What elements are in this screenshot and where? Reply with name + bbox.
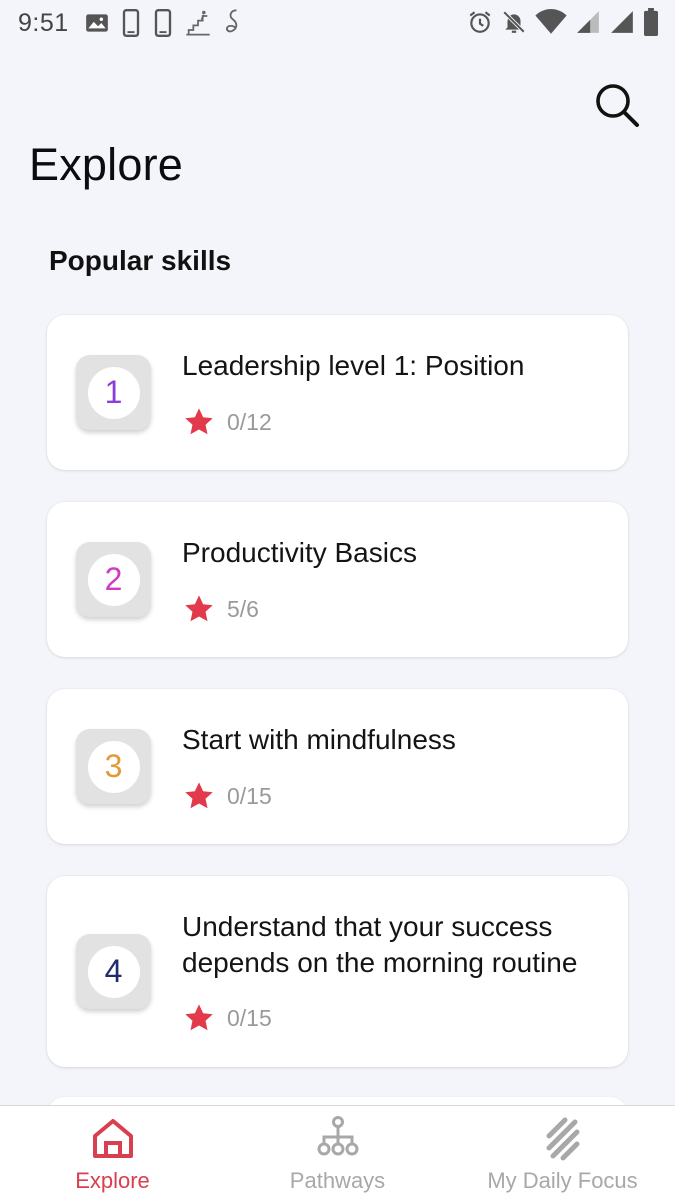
skill-card[interactable]: 4 Understand that your success depends o…	[47, 876, 628, 1067]
skill-number: 1	[87, 366, 140, 419]
skill-progress-text: 0/15	[227, 782, 272, 809]
skill-progress: 0/12	[183, 406, 272, 438]
nav-item-my-daily-focus[interactable]: My Daily Focus	[450, 1106, 675, 1200]
phone-icon	[122, 9, 140, 37]
skill-number-badge: 4	[76, 934, 151, 1009]
signal-icon	[611, 11, 633, 33]
status-time: 9:51	[18, 9, 69, 37]
signature-icon	[226, 9, 238, 33]
star-icon	[185, 408, 213, 435]
status-bar: 9:51	[0, 0, 675, 48]
bottom-navigation: Explore Pathways My Daily Focus	[0, 1105, 675, 1200]
battery-icon	[644, 8, 658, 36]
search-button[interactable]	[590, 78, 644, 132]
daily-focus-icon	[546, 1117, 579, 1161]
wifi-icon	[535, 9, 567, 34]
alarm-icon	[469, 11, 491, 33]
skill-card[interactable]: 3 Start with mindfulness 0/15	[47, 689, 628, 844]
skill-progress-text: 0/12	[227, 408, 272, 435]
star-icon	[185, 595, 213, 622]
skill-progress: 0/15	[183, 1002, 272, 1034]
skill-card[interactable]: 1 Leadership level 1: Position 0/12	[47, 315, 628, 470]
status-left-icons	[84, 8, 244, 38]
nav-label-my-daily-focus: My Daily Focus	[487, 1168, 638, 1193]
skill-number: 4	[87, 945, 140, 998]
star-icon	[185, 1004, 213, 1031]
skill-title: Start with mindfulness	[182, 724, 456, 755]
skill-number: 2	[87, 553, 140, 606]
signal-icon	[577, 11, 599, 33]
skill-progress-text: 0/15	[227, 1004, 272, 1031]
skill-title: Leadership level 1: Position	[182, 350, 525, 381]
skill-progress: 0/15	[183, 780, 272, 812]
image-icon	[86, 14, 108, 32]
page-title: Explore	[29, 139, 183, 190]
skill-number-badge: 1	[76, 355, 151, 430]
explore-screen: 9:51 Explore Popular skills 1 Leadership…	[0, 0, 675, 1200]
skill-title: Understand that your success depends on …	[182, 911, 578, 978]
pathways-icon	[317, 1116, 358, 1156]
skill-title: Productivity Basics	[182, 537, 417, 568]
skill-number-badge: 3	[76, 729, 151, 804]
search-icon	[596, 84, 639, 127]
nav-item-explore[interactable]: Explore	[0, 1106, 225, 1200]
phone-icon	[154, 9, 172, 37]
stairs-icon	[186, 10, 210, 36]
skill-progress-text: 5/6	[227, 595, 259, 622]
skill-progress: 5/6	[183, 593, 259, 625]
home-icon	[92, 1119, 133, 1158]
skill-card[interactable]: 2 Productivity Basics 5/6	[47, 502, 628, 657]
nav-label-pathways: Pathways	[289, 1168, 386, 1193]
nav-label-explore: Explore	[75, 1168, 150, 1193]
status-right-icons	[467, 8, 659, 36]
section-title-popular-skills: Popular skills	[49, 245, 232, 276]
star-icon	[185, 782, 213, 809]
nav-item-pathways[interactable]: Pathways	[225, 1106, 450, 1200]
skill-number: 3	[87, 740, 140, 793]
notifications-off-icon	[502, 10, 526, 34]
skill-number-badge: 2	[76, 542, 151, 617]
